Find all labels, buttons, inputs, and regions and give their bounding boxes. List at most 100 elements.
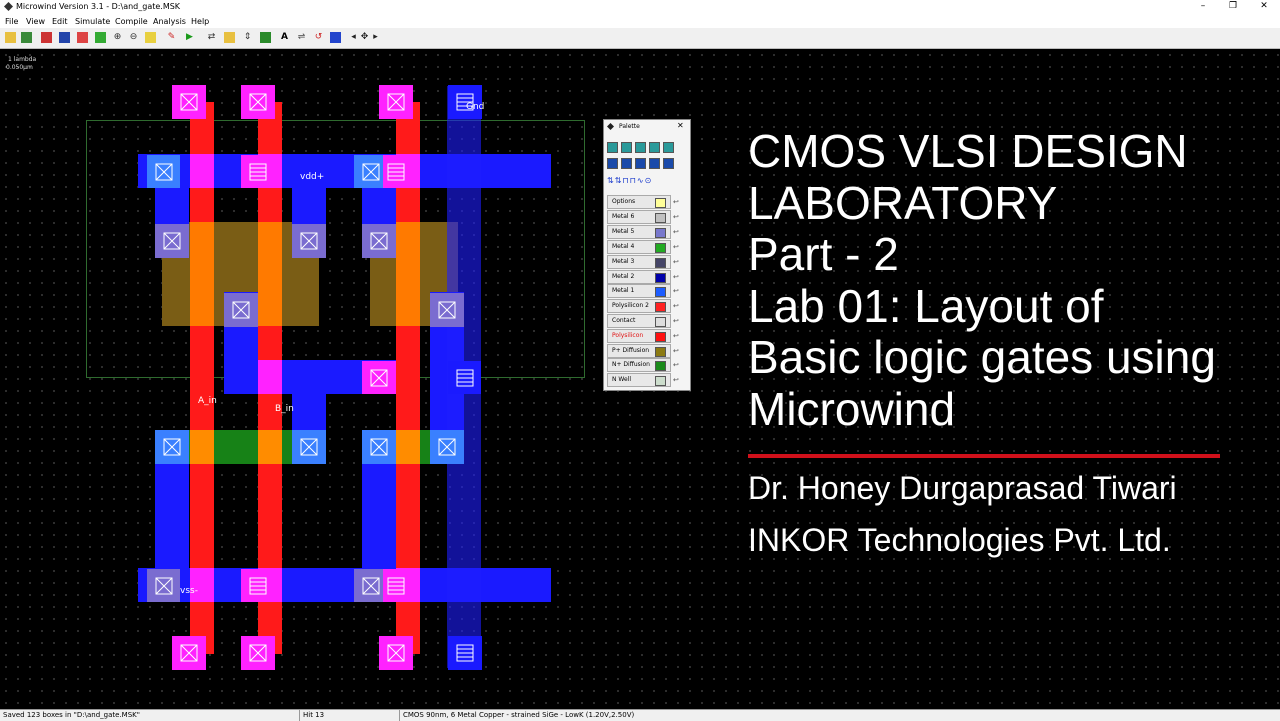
scale-indicator: 1 lambda 0.050µm [6, 56, 36, 72]
arrow-right-icon[interactable]: ▸ [370, 32, 381, 43]
paste-icon[interactable] [95, 32, 106, 43]
ndiff-contact-2 [292, 430, 326, 464]
stretch-icon[interactable]: ⇕ [242, 32, 253, 43]
menu-file[interactable]: File [5, 17, 18, 26]
app-icon [4, 2, 13, 11]
swatch [655, 228, 666, 238]
text-icon[interactable]: A [279, 32, 290, 43]
slide-title-line: Basic logic gates using [748, 331, 1216, 383]
rotate-icon[interactable]: ↺ [313, 32, 324, 43]
status-separator [299, 710, 300, 721]
menu-compile[interactable]: Compile [115, 17, 148, 26]
pmos-tool-icon[interactable] [621, 142, 632, 153]
palette-row-polysilicon[interactable]: Polysilicon [607, 329, 671, 343]
save-icon[interactable] [21, 32, 32, 43]
measure-icon[interactable]: ✎ [166, 32, 177, 43]
arrow-icon: ↩ [673, 302, 679, 310]
palette-row-polysilicon-2[interactable]: Polysilicon 2 [607, 299, 671, 313]
palette-row-metal-6[interactable]: Metal 6 [607, 210, 671, 224]
a-in-label: A_in [198, 396, 217, 406]
pad-tool-icon[interactable] [663, 142, 674, 153]
palette-row-metal-3[interactable]: Metal 3 [607, 255, 671, 269]
capacitor-tool-icon[interactable] [621, 158, 632, 169]
ground-tool-icon[interactable] [635, 158, 646, 169]
poly-contact-bottom-out [379, 636, 413, 670]
zoom-in-icon[interactable]: ⊕ [112, 32, 123, 43]
nmos-tool-icon[interactable] [607, 142, 618, 153]
menu-bar: File View Edit Simulate Compile Analysis… [0, 14, 1280, 28]
swatch [655, 317, 666, 327]
inductor-tool-icon[interactable] [663, 158, 674, 169]
menu-simulate[interactable]: Simulate [75, 17, 110, 26]
arrow-left-icon[interactable]: ◂ [348, 32, 359, 43]
toolbar: ⊕ ⊖ ✎ ▶ ⇄ ⇕ A ⇌ ↺ ◂ ✥ ▸ [0, 28, 1280, 49]
view-icon[interactable] [145, 32, 156, 43]
swatch [655, 361, 666, 371]
zoom-out-icon[interactable]: ⊖ [128, 32, 139, 43]
palette-row-options[interactable]: Options [607, 195, 671, 209]
open-icon[interactable] [5, 32, 16, 43]
signal-tools-row[interactable]: ⇅⇅⊓⊓∿⊙ [607, 176, 652, 185]
slide-title: CMOS VLSI DESIGN LABORATORY Part - 2 Lab… [748, 125, 1268, 435]
organization-name: INKOR Technologies Pvt. Ltd. [748, 522, 1171, 558]
diode-tool-icon[interactable] [607, 158, 618, 169]
cut-icon[interactable] [77, 32, 88, 43]
swatch [655, 198, 666, 208]
palette-header[interactable]: Palette ✕ [604, 120, 690, 132]
new-icon[interactable] [41, 32, 52, 43]
generate-icon[interactable] [260, 32, 271, 43]
pmos-a-channel [190, 222, 214, 326]
palette-icon [607, 123, 614, 130]
poly-contact-top-a [172, 85, 206, 119]
poly-contact-top-out [379, 85, 413, 119]
palette-row-n-diffusion[interactable]: N+ Diffusion [607, 358, 671, 372]
flip-icon[interactable]: ⇌ [296, 32, 307, 43]
swatch [655, 347, 666, 357]
palette-close-icon[interactable]: ✕ [677, 121, 684, 130]
b-in-label: B_in [275, 404, 294, 414]
metal1-vss-drop-a [155, 464, 189, 568]
close-button[interactable]: ✕ [1253, 1, 1275, 11]
menu-analysis[interactable]: Analysis [153, 17, 186, 26]
vss-contact-left [147, 569, 180, 602]
window-title: Microwind Version 3.1 - D:\and_gate.MSK [16, 2, 181, 11]
swatch [655, 273, 666, 283]
gnd-contact-bottom [448, 636, 482, 670]
menu-edit[interactable]: Edit [52, 17, 68, 26]
swatch [655, 243, 666, 253]
pdiff-contact-4 [224, 293, 258, 327]
maximize-button[interactable]: ❐ [1222, 1, 1244, 11]
slide-title-line: Microwind [748, 382, 956, 435]
pdiff-contact-1 [155, 224, 189, 258]
arrow-icon: ↩ [673, 376, 679, 384]
palette-row-metal-2[interactable]: Metal 2 [607, 270, 671, 284]
palette-row-metal-5[interactable]: Metal 5 [607, 225, 671, 239]
resistor-tool-icon[interactable] [649, 158, 660, 169]
contact-tool-icon[interactable] [635, 142, 646, 153]
cell-icon[interactable] [330, 32, 341, 43]
palette-row-metal-1[interactable]: Metal 1 [607, 284, 671, 298]
arrow-icon: ↩ [673, 332, 679, 340]
minimize-button[interactable]: – [1192, 1, 1214, 11]
palette-row-metal-4[interactable]: Metal 4 [607, 240, 671, 254]
poly-metal-overlap-7 [258, 360, 282, 394]
arrow-icon: ↩ [673, 243, 679, 251]
palette-row-contact[interactable]: Contact [607, 314, 671, 328]
run-icon[interactable]: ▶ [184, 32, 195, 43]
layer-icon[interactable] [59, 32, 70, 43]
swatch [655, 213, 666, 223]
palette-row-p-diffusion[interactable]: P+ Diffusion [607, 344, 671, 358]
vss-via-mid [241, 569, 274, 602]
navigate-icon[interactable]: ✥ [359, 32, 370, 43]
copy-icon[interactable] [224, 32, 235, 43]
menu-view[interactable]: View [26, 17, 45, 26]
vss-via-right [383, 569, 409, 602]
scale-label: 1 lambda [8, 56, 37, 63]
palette-row-n-well[interactable]: N Well [607, 373, 671, 387]
poly-contact-mid [362, 361, 396, 394]
menu-help[interactable]: Help [191, 17, 209, 26]
move-icon[interactable]: ⇄ [206, 32, 217, 43]
metal1-vss-drop-c [362, 464, 396, 568]
poly-contact-bottom-a [172, 636, 206, 670]
via-tool-icon[interactable] [649, 142, 660, 153]
